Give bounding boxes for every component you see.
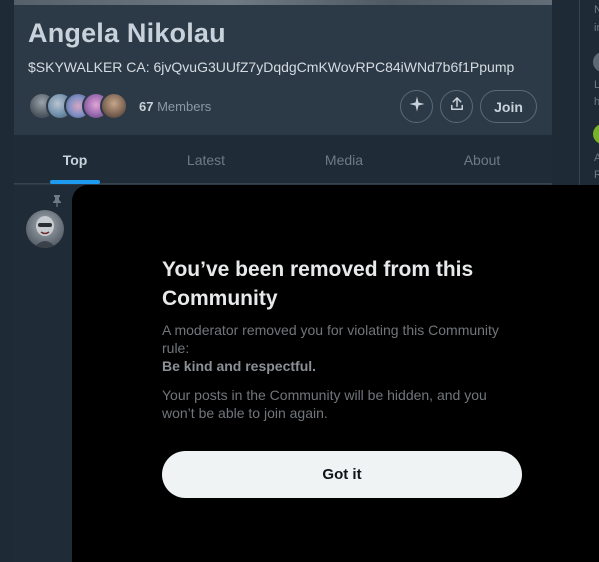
community-header: Angela Nikolau $SKYWALKER CA: 6jvQvuG3UU… xyxy=(14,5,552,135)
sidebar-avatar[interactable] xyxy=(593,52,599,72)
community-name: Angela Nikolau xyxy=(28,18,226,48)
sidebar-fragment: h xyxy=(594,96,599,108)
violated-rule: Be kind and respectful. xyxy=(162,358,317,374)
dialog-title: You’ve been removed from this Community xyxy=(162,258,474,310)
grok-summary-button[interactable] xyxy=(400,90,433,123)
sidebar-fragment: N xyxy=(594,4,599,16)
tab-about[interactable]: About xyxy=(442,135,522,184)
member-avatars[interactable] xyxy=(28,92,132,120)
avatar xyxy=(100,92,128,120)
tab-latest[interactable]: Latest xyxy=(166,135,246,184)
dialog-description: A moderator removed you for violating th… xyxy=(162,322,499,356)
sidebar-fragment: ir xyxy=(594,22,599,34)
member-count[interactable]: 67 Members xyxy=(139,99,211,114)
tab-media[interactable]: Media xyxy=(304,135,384,184)
active-tab-indicator xyxy=(50,180,100,184)
sidebar-fragment: A xyxy=(594,152,599,164)
sidebar-fragment: R xyxy=(594,169,599,181)
got-it-button[interactable]: Got it xyxy=(162,451,522,498)
dialog-note: Your posts in the Community will be hidd… xyxy=(162,387,487,421)
post-author-avatar[interactable] xyxy=(26,210,64,248)
removed-from-community-dialog: You’ve been removed from this Community … xyxy=(72,185,599,562)
sparkle-icon xyxy=(408,95,426,118)
tab-top[interactable]: Top xyxy=(50,135,100,184)
share-icon xyxy=(448,95,466,118)
share-button[interactable] xyxy=(440,90,473,123)
left-column xyxy=(0,0,14,562)
community-description: $SKYWALKER CA: 6jvQvuG3UUfZ7yDqdgCmKWovR… xyxy=(28,59,515,75)
join-button[interactable]: Join xyxy=(480,90,537,123)
member-count-value: 67 xyxy=(139,99,154,114)
pin-icon xyxy=(52,194,62,212)
sidebar-avatar[interactable] xyxy=(593,124,599,144)
member-count-label: Members xyxy=(157,99,212,114)
community-tabs: Top Latest Media About xyxy=(14,135,552,184)
sidebar-fragment: L xyxy=(594,79,599,91)
